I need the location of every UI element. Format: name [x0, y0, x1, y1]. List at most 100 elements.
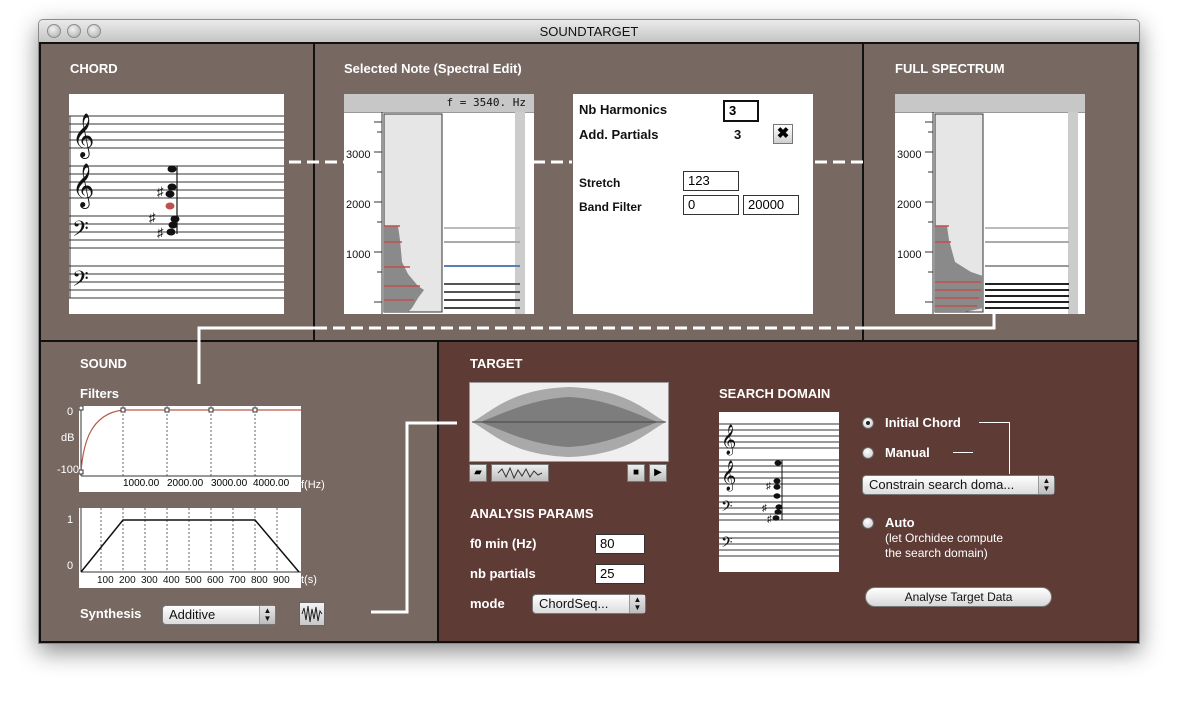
full-spectrum-view[interactable]: 3000 2000 1000 [895, 94, 1085, 314]
window-title: SOUNDTARGET [539, 24, 639, 39]
env-x-unit: t(s) [301, 574, 317, 586]
search-domain-staff[interactable]: 𝄞 𝄞 𝄢 𝄢 ♯ ♯ ♯ [719, 412, 839, 572]
constrain-search-value: Constrain search doma... [869, 477, 1015, 492]
auto-note-line2: the search domain) [885, 546, 988, 560]
filter-y-unit: dB [61, 432, 75, 444]
freq-display-bar: f = 3540. Hz [344, 94, 534, 113]
add-partials-label: Add. Partials [579, 127, 659, 142]
target-panel: TARGET ▰ ■ ▶ ANALYSIS PARAMS f0 min (Hz)… [437, 340, 1139, 643]
selected-note-panel: Selected Note (Spectral Edit) f = 3540. … [313, 42, 864, 342]
filter-curve-editor[interactable]: 1000.00 2000.00 3000.00 4000.00 [79, 406, 301, 492]
title-bar: SOUNDTARGET [39, 20, 1139, 43]
filter-y-tick: 0 [67, 406, 74, 418]
svg-text:♯: ♯ [762, 503, 767, 514]
stretch-label: Stretch [579, 176, 621, 190]
folder-icon[interactable]: ▰ [469, 464, 487, 482]
selected-note-header: Selected Note (Spectral Edit) [344, 61, 522, 76]
filter-x-tick: 3000.00 [211, 478, 248, 489]
auto-note-line1: (let Orchidee compute [885, 531, 1004, 545]
filter-x-unit: f(Hz) [301, 479, 325, 491]
soundtarget-window: SOUNDTARGET CHORD 𝄞 𝄞 𝄢 𝄢 ♯ ♯ ♯ Selected… [38, 19, 1140, 644]
svg-text:♯: ♯ [766, 481, 771, 492]
play-icon[interactable]: ▶ [649, 464, 667, 482]
filter-y-tick: -100 [57, 464, 80, 476]
search-domain-header: SEARCH DOMAIN [719, 386, 831, 401]
synthesis-select[interactable]: Additive ▲ ▼ [162, 605, 276, 625]
analyse-target-data-button[interactable]: Analyse Target Data [865, 587, 1052, 607]
axis-tick: 3000 [897, 149, 922, 161]
env-x-tick: 600 [207, 575, 224, 586]
spectrum-top-bar [895, 94, 1085, 113]
svg-text:𝄞: 𝄞 [721, 424, 736, 456]
svg-text:♯: ♯ [767, 514, 772, 525]
radio-connector [979, 422, 1009, 423]
svg-text:𝄢: 𝄢 [721, 498, 733, 519]
nb-partials-label: nb partials [470, 566, 536, 581]
initial-chord-radio[interactable] [862, 417, 874, 429]
manual-label: Manual [885, 445, 930, 460]
select-arrows-icon: ▲ ▼ [259, 606, 275, 624]
env-x-tick: 500 [185, 575, 202, 586]
auto-label: Auto [885, 515, 915, 530]
env-y-tick: 1 [67, 514, 74, 526]
waveform-view-icon[interactable] [491, 464, 549, 482]
filter-x-tick: 1000.00 [123, 478, 160, 489]
svg-text:♯: ♯ [157, 225, 164, 240]
radio-connector [953, 452, 973, 453]
env-x-tick: 200 [119, 575, 136, 586]
env-x-tick: 300 [141, 575, 158, 586]
auto-radio[interactable] [862, 517, 874, 529]
f0-min-input[interactable]: 80 [595, 534, 645, 554]
full-spectrum-header: FULL SPECTRUM [895, 61, 1005, 76]
harmonics-settings-box: Nb Harmonics 3 Add. Partials 3 ✖ Stretch… [573, 94, 813, 314]
select-arrows-icon: ▲ ▼ [629, 595, 645, 613]
stretch-input[interactable]: 123 [683, 171, 739, 191]
filter-x-tick: 2000.00 [167, 478, 204, 489]
synthesis-value: Additive [169, 607, 216, 622]
axis-tick: 1000 [346, 249, 371, 261]
svg-text:𝄞: 𝄞 [72, 113, 94, 159]
nb-harmonics-input[interactable]: 3 [723, 100, 759, 122]
radio-connector [1009, 422, 1010, 474]
chord-panel: CHORD 𝄞 𝄞 𝄢 𝄢 ♯ ♯ ♯ [39, 42, 315, 342]
stop-icon[interactable]: ■ [627, 464, 645, 482]
band-filter-low-input[interactable]: 0 [683, 195, 739, 215]
select-arrows-icon: ▲ ▼ [1038, 476, 1054, 494]
f0-min-label: f0 min (Hz) [470, 536, 537, 551]
env-x-tick: 400 [163, 575, 180, 586]
band-filter-high-input[interactable]: 20000 [743, 195, 799, 215]
waveform-synth-icon[interactable] [299, 602, 325, 626]
target-header: TARGET [470, 356, 523, 371]
full-spectrum-panel: FULL SPECTRUM 3000 2000 1000 [862, 42, 1139, 342]
mode-select[interactable]: ChordSeq... ▲ ▼ [532, 594, 646, 614]
env-y-tick: 0 [67, 560, 74, 572]
synthesis-label: Synthesis [80, 606, 142, 621]
filter-x-tick: 4000.00 [253, 478, 290, 489]
sound-header: SOUND [80, 356, 127, 371]
manual-radio[interactable] [862, 447, 874, 459]
add-partials-value: 3 [734, 127, 742, 142]
svg-text:𝄞: 𝄞 [721, 460, 736, 492]
env-x-tick: 800 [251, 575, 268, 586]
mode-value: ChordSeq... [539, 596, 609, 611]
env-x-tick: 900 [273, 575, 290, 586]
mode-label: mode [470, 596, 505, 611]
chord-staff[interactable]: 𝄞 𝄞 𝄢 𝄢 ♯ ♯ ♯ [69, 94, 284, 314]
svg-text:𝄞: 𝄞 [72, 163, 94, 209]
freq-display: f = 3540. Hz [446, 96, 526, 109]
spectral-edit-view[interactable]: f = 3540. Hz 3000 2000 1000 [344, 94, 534, 314]
nb-harmonics-label: Nb Harmonics [579, 102, 668, 117]
nb-partials-input[interactable]: 25 [595, 564, 645, 584]
chord-header: CHORD [70, 61, 118, 76]
clear-partials-icon[interactable]: ✖ [773, 124, 793, 144]
env-x-tick: 700 [229, 575, 246, 586]
filters-label: Filters [80, 386, 120, 401]
axis-tick: 3000 [346, 149, 371, 161]
svg-text:♯: ♯ [157, 184, 164, 199]
env-x-tick: 100 [97, 575, 114, 586]
svg-text:♯: ♯ [149, 210, 156, 225]
axis-tick: 1000 [897, 249, 922, 261]
target-waveform[interactable] [469, 382, 669, 462]
constrain-search-select[interactable]: Constrain search doma... ▲ ▼ [862, 475, 1055, 495]
band-filter-label: Band Filter [579, 200, 642, 214]
